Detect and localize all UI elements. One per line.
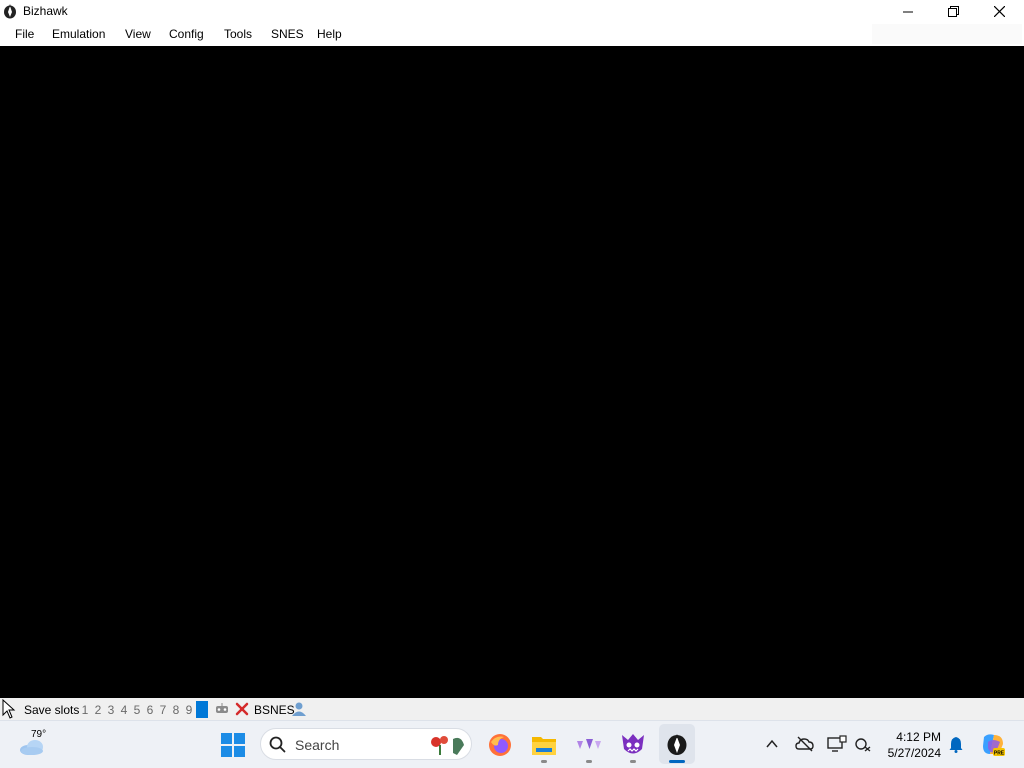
purple-app-running-indicator [586,760,592,763]
search-highlight-icon [431,736,464,755]
search-placeholder: Search [295,737,340,753]
menu-tools[interactable]: Tools [224,27,252,41]
firefox-icon[interactable] [488,733,512,757]
menu-emulation[interactable]: Emulation [52,27,105,41]
minimize-icon [903,11,913,12]
show-hidden-icons-chevron-up-icon[interactable] [766,739,778,749]
close-icon [993,6,1005,17]
window-title: Bizhawk [23,4,68,18]
notification-bell-icon[interactable] [949,736,963,753]
svg-text:PRE: PRE [994,751,1005,757]
close-button[interactable] [976,0,1022,23]
save-slot-8[interactable]: 8 [171,703,181,717]
weather-temperature: 79° [31,729,47,740]
menu-view[interactable]: View [125,27,151,41]
save-slot-0-selected[interactable] [196,701,208,718]
controller-status-icon [216,703,228,713]
menu-help[interactable]: Help [317,27,342,41]
core-icon [235,702,249,716]
bizhawk-logo-icon [4,4,16,19]
windows-start-icon[interactable] [221,733,245,757]
network-speaker-icon[interactable] [854,736,872,752]
save-slot-5[interactable]: 5 [132,703,142,717]
title-bar: Bizhawk [0,0,1024,23]
taskbar: 79° Search 4:12 PM 5/27/2024 PRE [0,720,1024,768]
copilot-icon[interactable]: PRE [980,732,1006,758]
save-slot-6[interactable]: 6 [145,703,155,717]
menu-bar: File Emulation View Config Tools SNES He… [0,23,1024,46]
file-explorer-icon[interactable] [531,733,557,757]
monster-app-running-indicator [630,760,636,763]
save-slot-1[interactable]: 1 [80,703,90,717]
bizhawk-active-indicator [669,760,685,763]
save-slot-4[interactable]: 4 [119,703,129,717]
user-profile-icon [292,702,306,716]
file-explorer-running-indicator [541,760,547,763]
core-name-label: BSNES [254,703,295,717]
menu-bar-spacer [872,24,1022,44]
save-slots-label: Save slots [24,703,80,717]
restore-button[interactable] [930,0,976,23]
save-slot-7[interactable]: 7 [158,703,168,717]
menu-snes[interactable]: SNES [271,27,304,41]
clock-time[interactable]: 4:12 PM [896,730,941,744]
mouse-cursor-icon [2,699,16,719]
clock-date[interactable]: 5/27/2024 [888,746,941,760]
restore-icon [947,6,959,17]
save-slot-2[interactable]: 2 [93,703,103,717]
taskbar-search-box[interactable]: Search [260,728,472,760]
onedrive-offline-icon[interactable] [795,736,815,752]
search-icon [269,736,286,753]
bizhawk-taskbar-icon[interactable] [666,732,688,756]
save-slot-9[interactable]: 9 [184,703,194,717]
monster-app-icon[interactable] [619,731,647,759]
minimize-button[interactable] [885,0,931,23]
status-bar: Save slots 1 2 3 4 5 6 7 8 9 BSNES [0,698,1024,720]
menu-file[interactable]: File [15,27,34,41]
save-slot-3[interactable]: 3 [106,703,116,717]
emulator-screen[interactable] [0,46,1024,698]
menu-config[interactable]: Config [169,27,204,41]
purple-app-icon[interactable] [575,735,603,755]
display-icon[interactable] [827,735,847,753]
